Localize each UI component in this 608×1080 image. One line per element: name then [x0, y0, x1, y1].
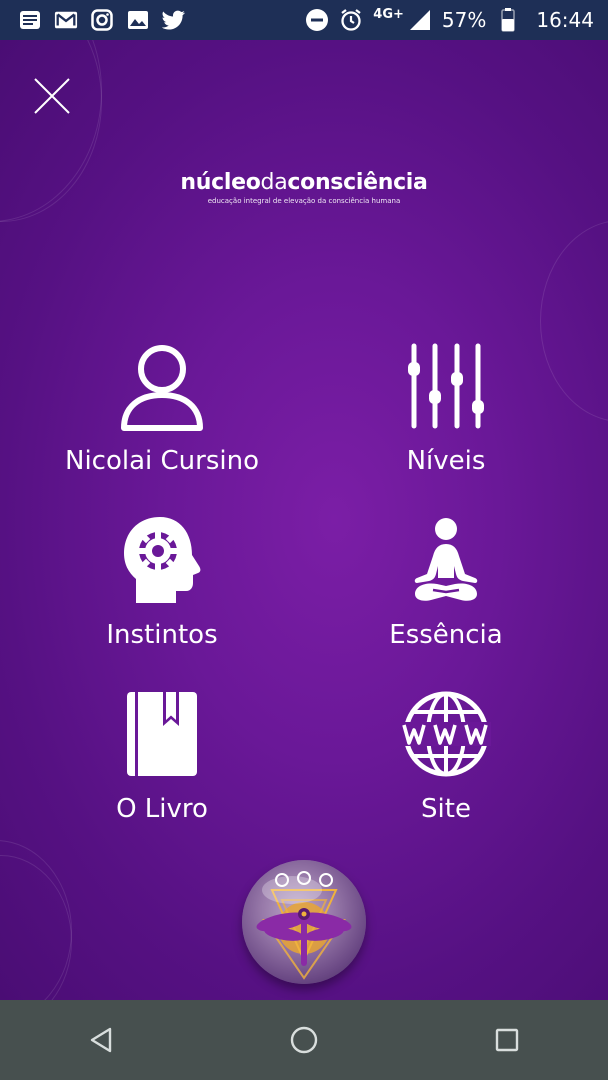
sliders-icon: [408, 343, 484, 429]
instagram-icon: [90, 8, 114, 32]
do-not-disturb-icon: [305, 8, 329, 32]
image-icon: [126, 8, 150, 32]
menu-item-o-livro[interactable]: O Livro: [32, 688, 292, 824]
menu-item-label: Essência: [389, 620, 503, 650]
home-emblem-button[interactable]: [242, 860, 366, 984]
close-button[interactable]: [30, 74, 74, 118]
menu-item-instintos[interactable]: Instintos: [32, 514, 292, 650]
book-icon: [127, 692, 197, 776]
menu-screen: núcleodaconsciência educação integral de…: [0, 40, 608, 1000]
app-logo: núcleodaconsciência educação integral de…: [0, 170, 608, 205]
logo-wordmark: núcleodaconsciência: [180, 170, 428, 195]
menu-item-niveis[interactable]: Níveis: [316, 340, 576, 476]
head-gear-icon: [124, 517, 201, 603]
battery-icon: [496, 8, 520, 32]
dragonfly-emblem-icon: [242, 860, 366, 984]
back-triangle-icon: [91, 1027, 112, 1053]
back-button[interactable]: [71, 1010, 131, 1070]
menu-item-site[interactable]: Site: [316, 688, 576, 824]
menu-item-label: Níveis: [406, 446, 486, 476]
close-icon: [34, 78, 70, 114]
menu-item-label: Nicolai Cursino: [65, 446, 259, 476]
status-bar: 4G+ 57% 16:44: [0, 0, 608, 40]
person-icon: [121, 345, 203, 431]
meditation-icon: [414, 518, 478, 601]
menu-item-label: Site: [421, 794, 471, 824]
logo-tagline: educação integral de elevação da consciê…: [207, 197, 401, 205]
battery-percent: 57%: [441, 8, 487, 32]
signal-icon: [408, 8, 432, 32]
menu-item-label: Instintos: [106, 620, 218, 650]
network-type: 4G+: [373, 6, 404, 22]
globe-www-icon: [401, 691, 491, 777]
notes-icon: [18, 8, 42, 32]
clock: 16:44: [536, 8, 594, 32]
gmail-icon: [54, 8, 78, 32]
alarm-icon: [339, 8, 363, 32]
recents-button[interactable]: [477, 1010, 537, 1070]
home-button[interactable]: [274, 1010, 334, 1070]
menu-item-nicolai-cursino[interactable]: Nicolai Cursino: [32, 340, 292, 476]
twitter-icon: [162, 8, 186, 32]
background-swirl: [0, 855, 72, 1000]
home-circle-icon: [290, 1026, 318, 1054]
menu-item-essencia[interactable]: Essência: [316, 514, 576, 650]
recents-square-icon: [495, 1028, 518, 1052]
navigation-bar: [0, 1000, 608, 1080]
menu-item-label: O Livro: [116, 794, 208, 824]
